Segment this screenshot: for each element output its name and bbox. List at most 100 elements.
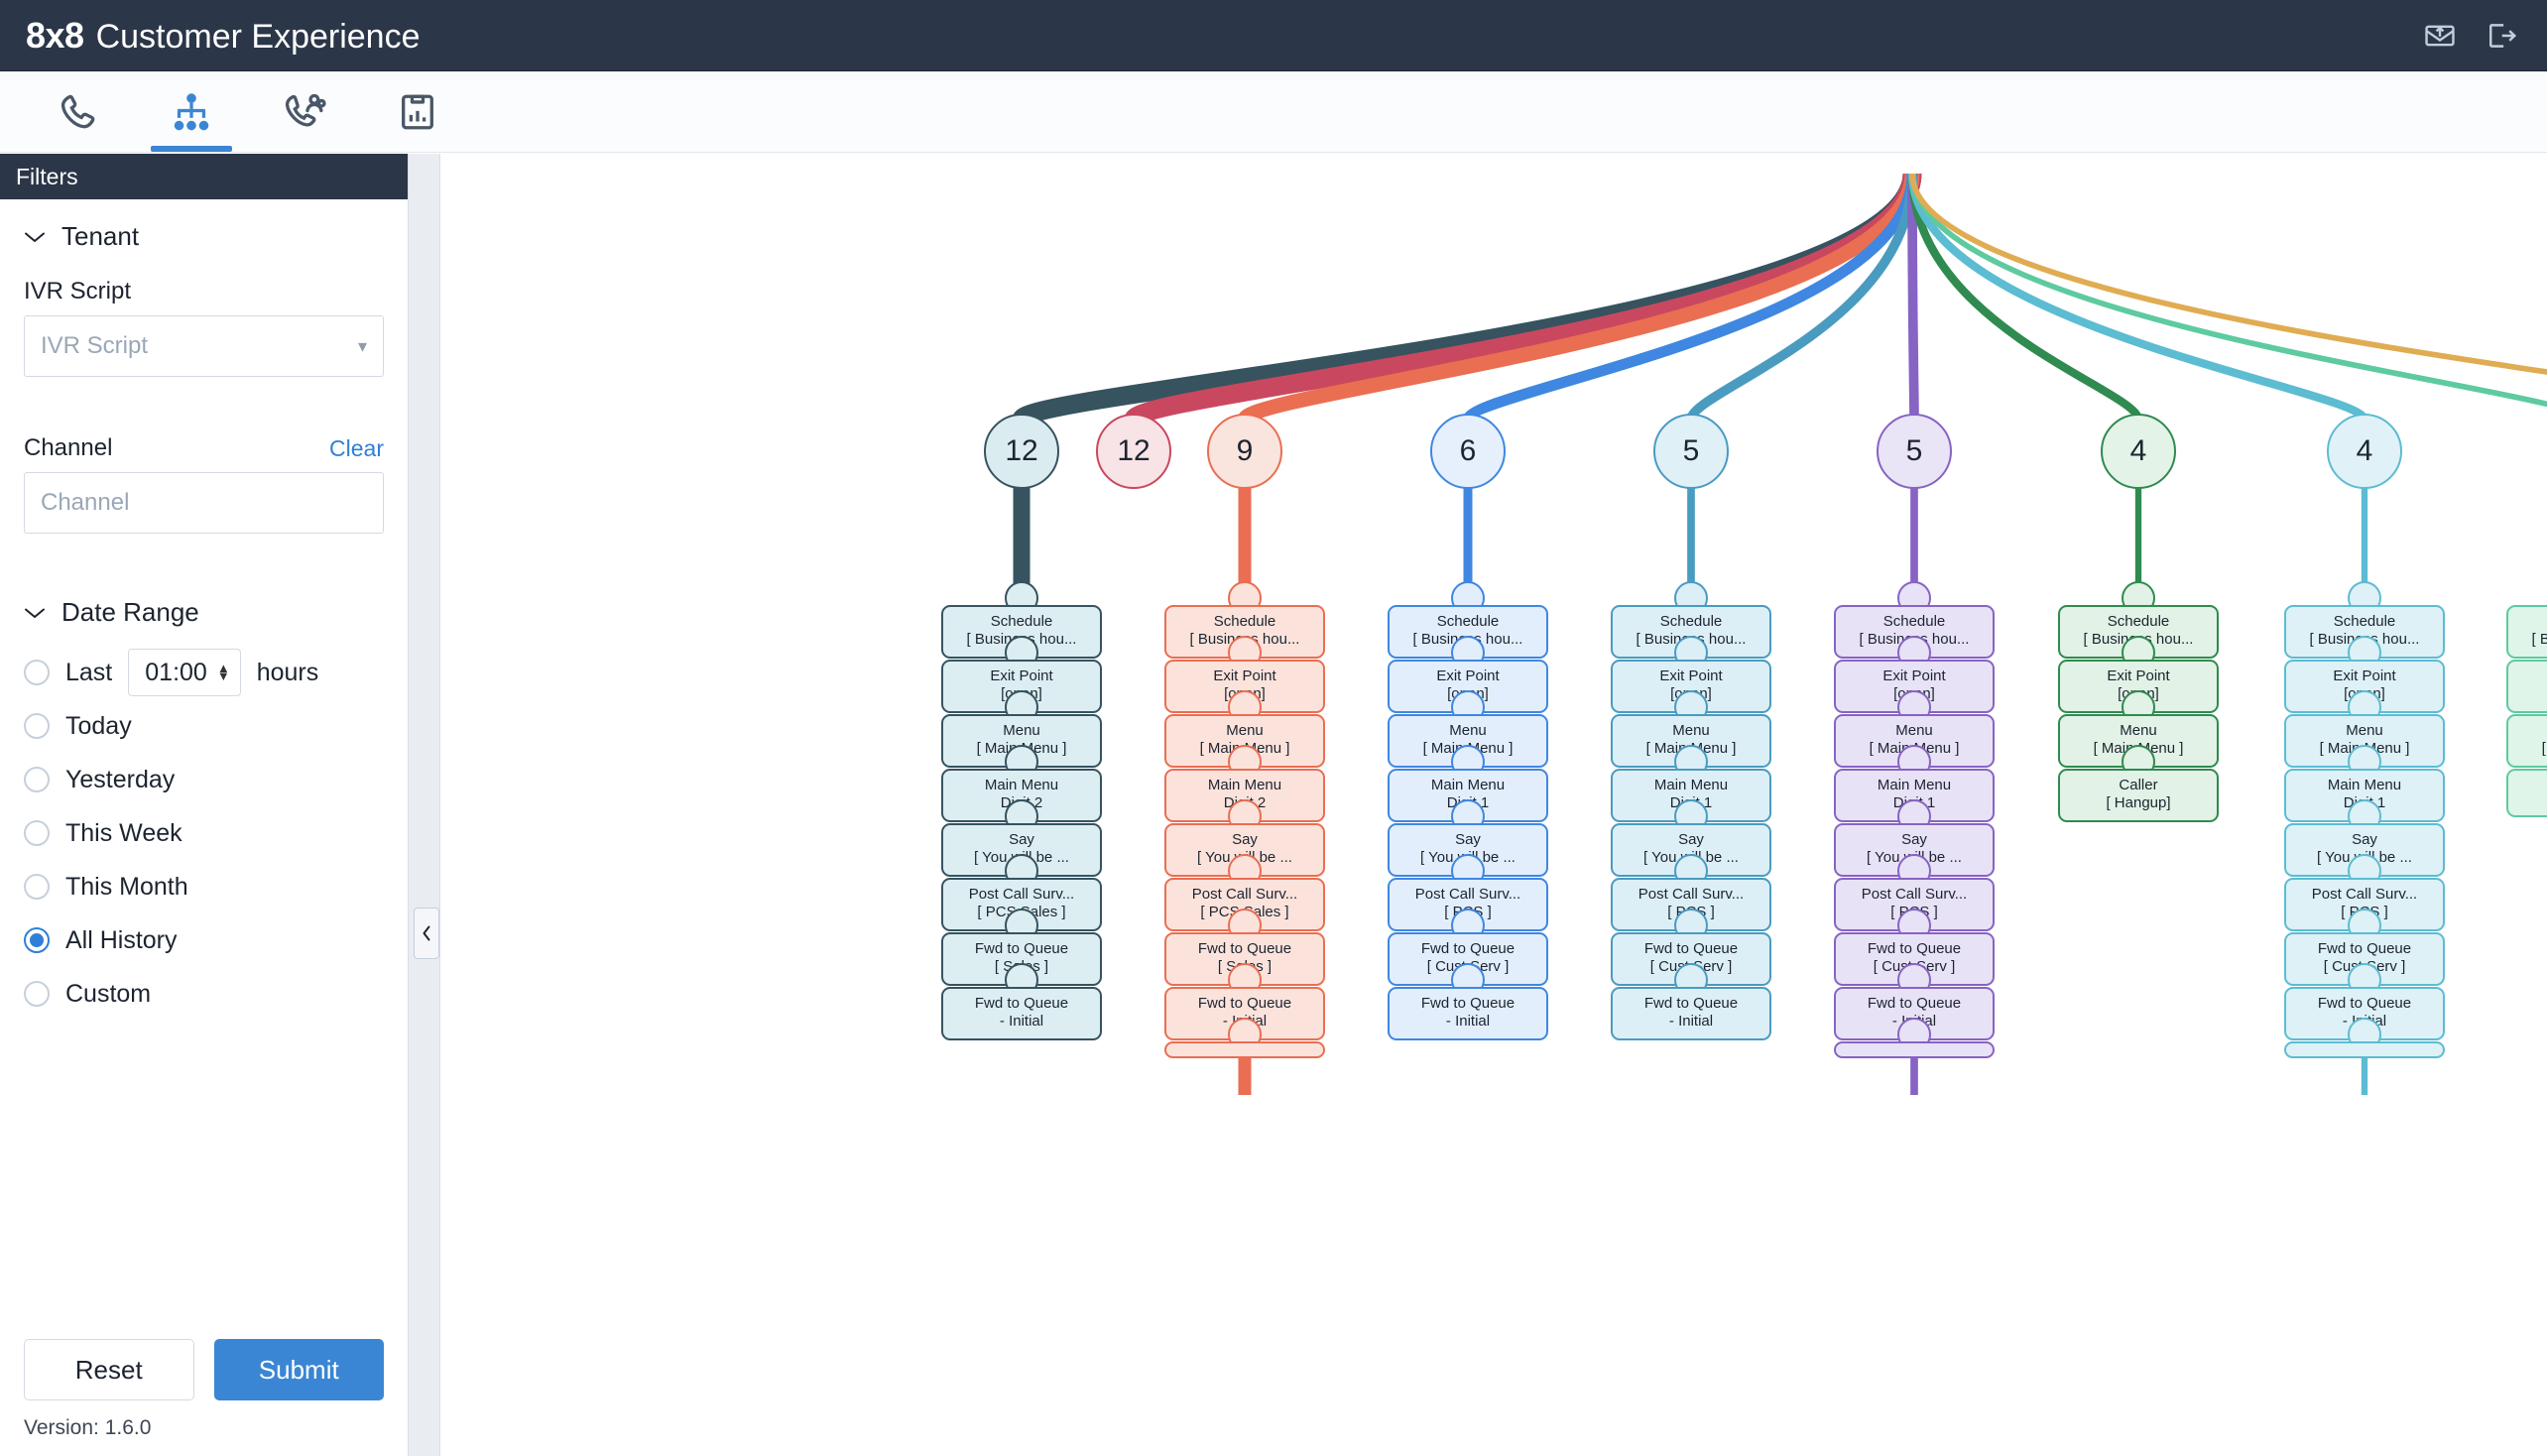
step-title: Main Menu <box>984 777 1059 793</box>
radio-custom[interactable]: Custom <box>24 975 384 1013</box>
step-title: Fwd to Queue <box>1867 995 1962 1012</box>
radio-all-history[interactable]: All History <box>24 921 384 959</box>
sidebar-collapse-handle[interactable] <box>414 908 439 959</box>
date-range-section-header[interactable]: Date Range <box>24 597 384 628</box>
step-detail: [ Hangup] <box>2106 794 2171 812</box>
path-count-circle[interactable]: 12 <box>1096 414 1171 489</box>
submit-button[interactable]: Submit <box>213 1339 384 1400</box>
mail-upload-icon[interactable] <box>2420 16 2460 56</box>
app-root: 8x8 Customer Experience Filters Tenant I… <box>0 0 2547 1456</box>
step-title: Exit Point <box>2333 667 2396 684</box>
tab-calls[interactable] <box>22 71 135 152</box>
hours-stepper[interactable]: 01:00 ▲ ▼ <box>128 649 241 696</box>
step-detail: - Initial <box>999 1013 1044 1031</box>
step-detail: [open] <box>2512 685 2547 703</box>
step-title: Menu <box>1226 722 1264 739</box>
step-title: Post Call Surv... <box>2311 886 2418 903</box>
step-title: Schedule <box>1213 613 1276 630</box>
step-title: Schedule <box>2107 613 2170 630</box>
step-title: Fwd to Queue <box>2317 995 2412 1012</box>
step-title: Exit Point <box>2107 667 2170 684</box>
channel-value: Channel <box>41 489 130 516</box>
radio-today[interactable]: Today <box>24 707 384 745</box>
tab-agents[interactable] <box>248 71 361 152</box>
path-count-circle[interactable]: 6 <box>1430 414 1506 489</box>
radio-indicator[interactable] <box>24 767 50 792</box>
radio-indicator[interactable] <box>24 874 50 900</box>
step-title: Main Menu <box>2327 777 2402 793</box>
path-count-circle[interactable]: 9 <box>1207 414 1282 489</box>
step-title: Fwd to Queue <box>1420 940 1516 957</box>
flow-step-node[interactable]: Call Exiting <box>2506 769 2547 818</box>
radio-indicator[interactable] <box>24 820 50 846</box>
step-title: Fwd to Queue <box>1643 995 1739 1012</box>
path-count-circle[interactable]: 5 <box>1653 414 1729 489</box>
stepper-arrows-icon[interactable]: ▲ ▼ <box>217 662 230 682</box>
radio-yesterday[interactable]: Yesterday <box>24 761 384 798</box>
hours-suffix-label: hours <box>256 658 319 686</box>
step-title: Main Menu <box>1653 777 1729 793</box>
path-count-circle[interactable]: 4 <box>2327 414 2402 489</box>
tenant-section-title: Tenant <box>61 221 140 251</box>
logout-icon[interactable] <box>2482 16 2521 56</box>
tree-nodes: Schedule[ Business hou...Exit Point[open… <box>440 154 2547 1456</box>
radio-label: Last <box>65 658 113 686</box>
canvas-gutter <box>409 154 440 1456</box>
flow-step-node-partial[interactable] <box>1834 1041 1995 1058</box>
filter-buttons: Reset Submit <box>24 1339 384 1400</box>
step-title: Exit Point <box>990 667 1053 684</box>
step-title: Menu <box>1895 722 1933 739</box>
step-title: Say <box>1009 831 1034 848</box>
channel-clear-link[interactable]: Clear <box>329 435 384 462</box>
step-title: Say <box>1678 831 1704 848</box>
flow-step-node-partial[interactable] <box>2284 1041 2445 1058</box>
filters-body: Tenant IVR Script IVR Script ▾ Channel C… <box>0 199 408 1339</box>
channel-input[interactable]: Channel <box>24 472 384 534</box>
tenant-section-header[interactable]: Tenant <box>24 221 384 252</box>
step-title: Menu <box>2120 722 2157 739</box>
date-range-options: Last 01:00 ▲ ▼ hours Today Yesterday This Week T… <box>24 649 384 1013</box>
flow-step-node[interactable]: Caller[ Hangup] <box>2058 769 2219 822</box>
step-title: Post Call Surv... <box>968 886 1075 903</box>
flow-step-node[interactable]: Fwd to Queue- Initial <box>1611 987 1771 1040</box>
brand: 8x8 Customer Experience <box>26 15 421 57</box>
radio-this-week[interactable]: This Week <box>24 814 384 852</box>
flow-step-node[interactable]: Exit Point[open] <box>2506 660 2547 713</box>
tab-ivr-flow[interactable] <box>135 71 248 152</box>
step-title: Exit Point <box>1659 667 1723 684</box>
sidebar-footer: Reset Submit Version: 1.6.0 <box>0 1339 408 1456</box>
step-title: Post Call Surv... <box>1191 886 1298 903</box>
radio-indicator[interactable] <box>24 660 50 685</box>
step-title: Schedule <box>1659 613 1723 630</box>
radio-last[interactable]: Last 01:00 ▲ ▼ hours <box>24 649 384 696</box>
ivr-script-label-row: IVR Script <box>24 278 384 305</box>
tab-reports[interactable] <box>361 71 474 152</box>
radio-indicator[interactable] <box>24 713 50 739</box>
date-range-section-title: Date Range <box>61 597 199 627</box>
radio-indicator[interactable] <box>24 981 50 1007</box>
chevron-down-icon <box>24 606 46 620</box>
radio-label: Today <box>65 711 132 740</box>
titlebar-actions <box>2420 16 2521 56</box>
chevron-down-icon <box>24 230 46 244</box>
path-count-circle[interactable]: 5 <box>1877 414 1952 489</box>
path-count-circle[interactable]: 12 <box>984 414 1059 489</box>
step-title: Post Call Surv... <box>1414 886 1521 903</box>
ivr-script-select[interactable]: IVR Script ▾ <box>24 315 384 377</box>
version-label: Version: 1.6.0 <box>24 1416 152 1439</box>
flow-canvas: Schedule[ Business hou...Exit Point[open… <box>409 154 2547 1456</box>
step-title: Fwd to Queue <box>1643 940 1739 957</box>
flow-step-node[interactable]: Fwd to Queue- Initial <box>1388 987 1548 1040</box>
product-name: Customer Experience <box>95 17 421 56</box>
reset-button[interactable]: Reset <box>24 1339 194 1400</box>
radio-indicator[interactable] <box>24 927 50 953</box>
flow-step-node[interactable]: Schedule[ Business hou... <box>2506 605 2547 659</box>
step-title: Menu <box>1003 722 1040 739</box>
flow-step-node[interactable]: Fwd to Queue- Initial <box>941 987 1102 1040</box>
path-count-circle[interactable]: 4 <box>2101 414 2176 489</box>
flow-step-node-partial[interactable] <box>1164 1041 1325 1058</box>
flow-step-node[interactable]: Menu[ Main Menu ] <box>2506 714 2547 768</box>
radio-this-month[interactable]: This Month <box>24 868 384 906</box>
tab-strip <box>0 71 2547 153</box>
radio-label: Yesterday <box>65 765 176 793</box>
